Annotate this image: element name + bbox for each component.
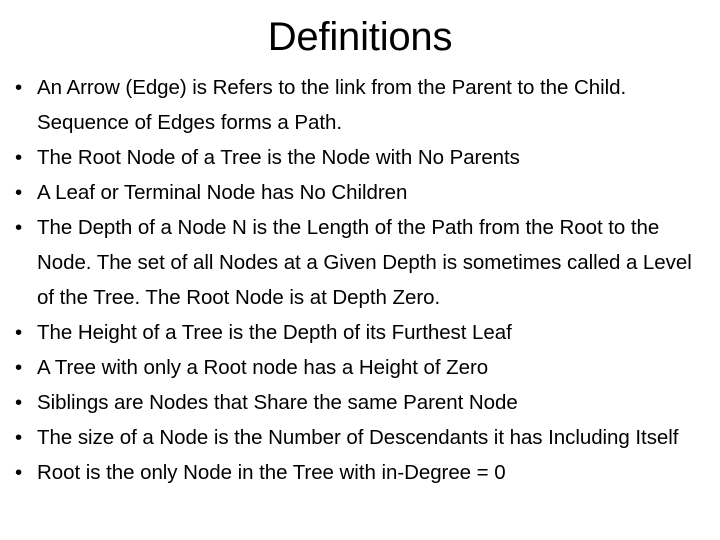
bullet-point-icon: •	[15, 356, 23, 379]
list-item-text: Siblings are Nodes that Share the same P…	[37, 391, 518, 414]
list-item-text: The size of a Node is the Number of Desc…	[37, 426, 679, 449]
bullet-point-icon: •	[15, 146, 23, 169]
list-item-text: Root is the only Node in the Tree with i…	[37, 461, 506, 484]
list-item: • The Root Node of a Tree is the Node wi…	[10, 140, 712, 175]
bullet-point-icon: •	[15, 76, 23, 99]
presentation-slide: Definitions • An Arrow (Edge) is Refers …	[0, 0, 720, 540]
bullet-point-icon: •	[15, 426, 23, 449]
bullet-point-icon: •	[15, 461, 23, 484]
list-item: • The Depth of a Node N is the Length of…	[10, 210, 712, 315]
definitions-bullet-list: • An Arrow (Edge) is Refers to the link …	[10, 70, 712, 490]
list-item: • Root is the only Node in the Tree with…	[10, 455, 712, 490]
list-item: • A Tree with only a Root node has a Hei…	[10, 350, 712, 385]
bullet-point-icon: •	[15, 391, 23, 414]
bullet-point-icon: •	[15, 321, 23, 344]
bullet-point-icon: •	[15, 181, 23, 204]
list-item: • Siblings are Nodes that Share the same…	[10, 385, 712, 420]
list-item-text: A Tree with only a Root node has a Heigh…	[37, 356, 489, 379]
list-item-text: The Depth of a Node N is the Length of t…	[37, 216, 692, 309]
list-item-text: An Arrow (Edge) is Refers to the link fr…	[37, 76, 627, 134]
page-title: Definitions	[267, 15, 453, 59]
bullet-point-icon: •	[15, 216, 23, 239]
list-item-text: A Leaf or Terminal Node has No Children	[37, 181, 408, 204]
list-item: • An Arrow (Edge) is Refers to the link …	[10, 70, 712, 140]
list-item-text: The Root Node of a Tree is the Node with…	[37, 146, 520, 169]
list-item: • The Height of a Tree is the Depth of i…	[10, 315, 712, 350]
list-item: • A Leaf or Terminal Node has No Childre…	[10, 175, 712, 210]
list-item: • The size of a Node is the Number of De…	[10, 420, 712, 455]
list-item-text: The Height of a Tree is the Depth of its…	[37, 321, 512, 344]
